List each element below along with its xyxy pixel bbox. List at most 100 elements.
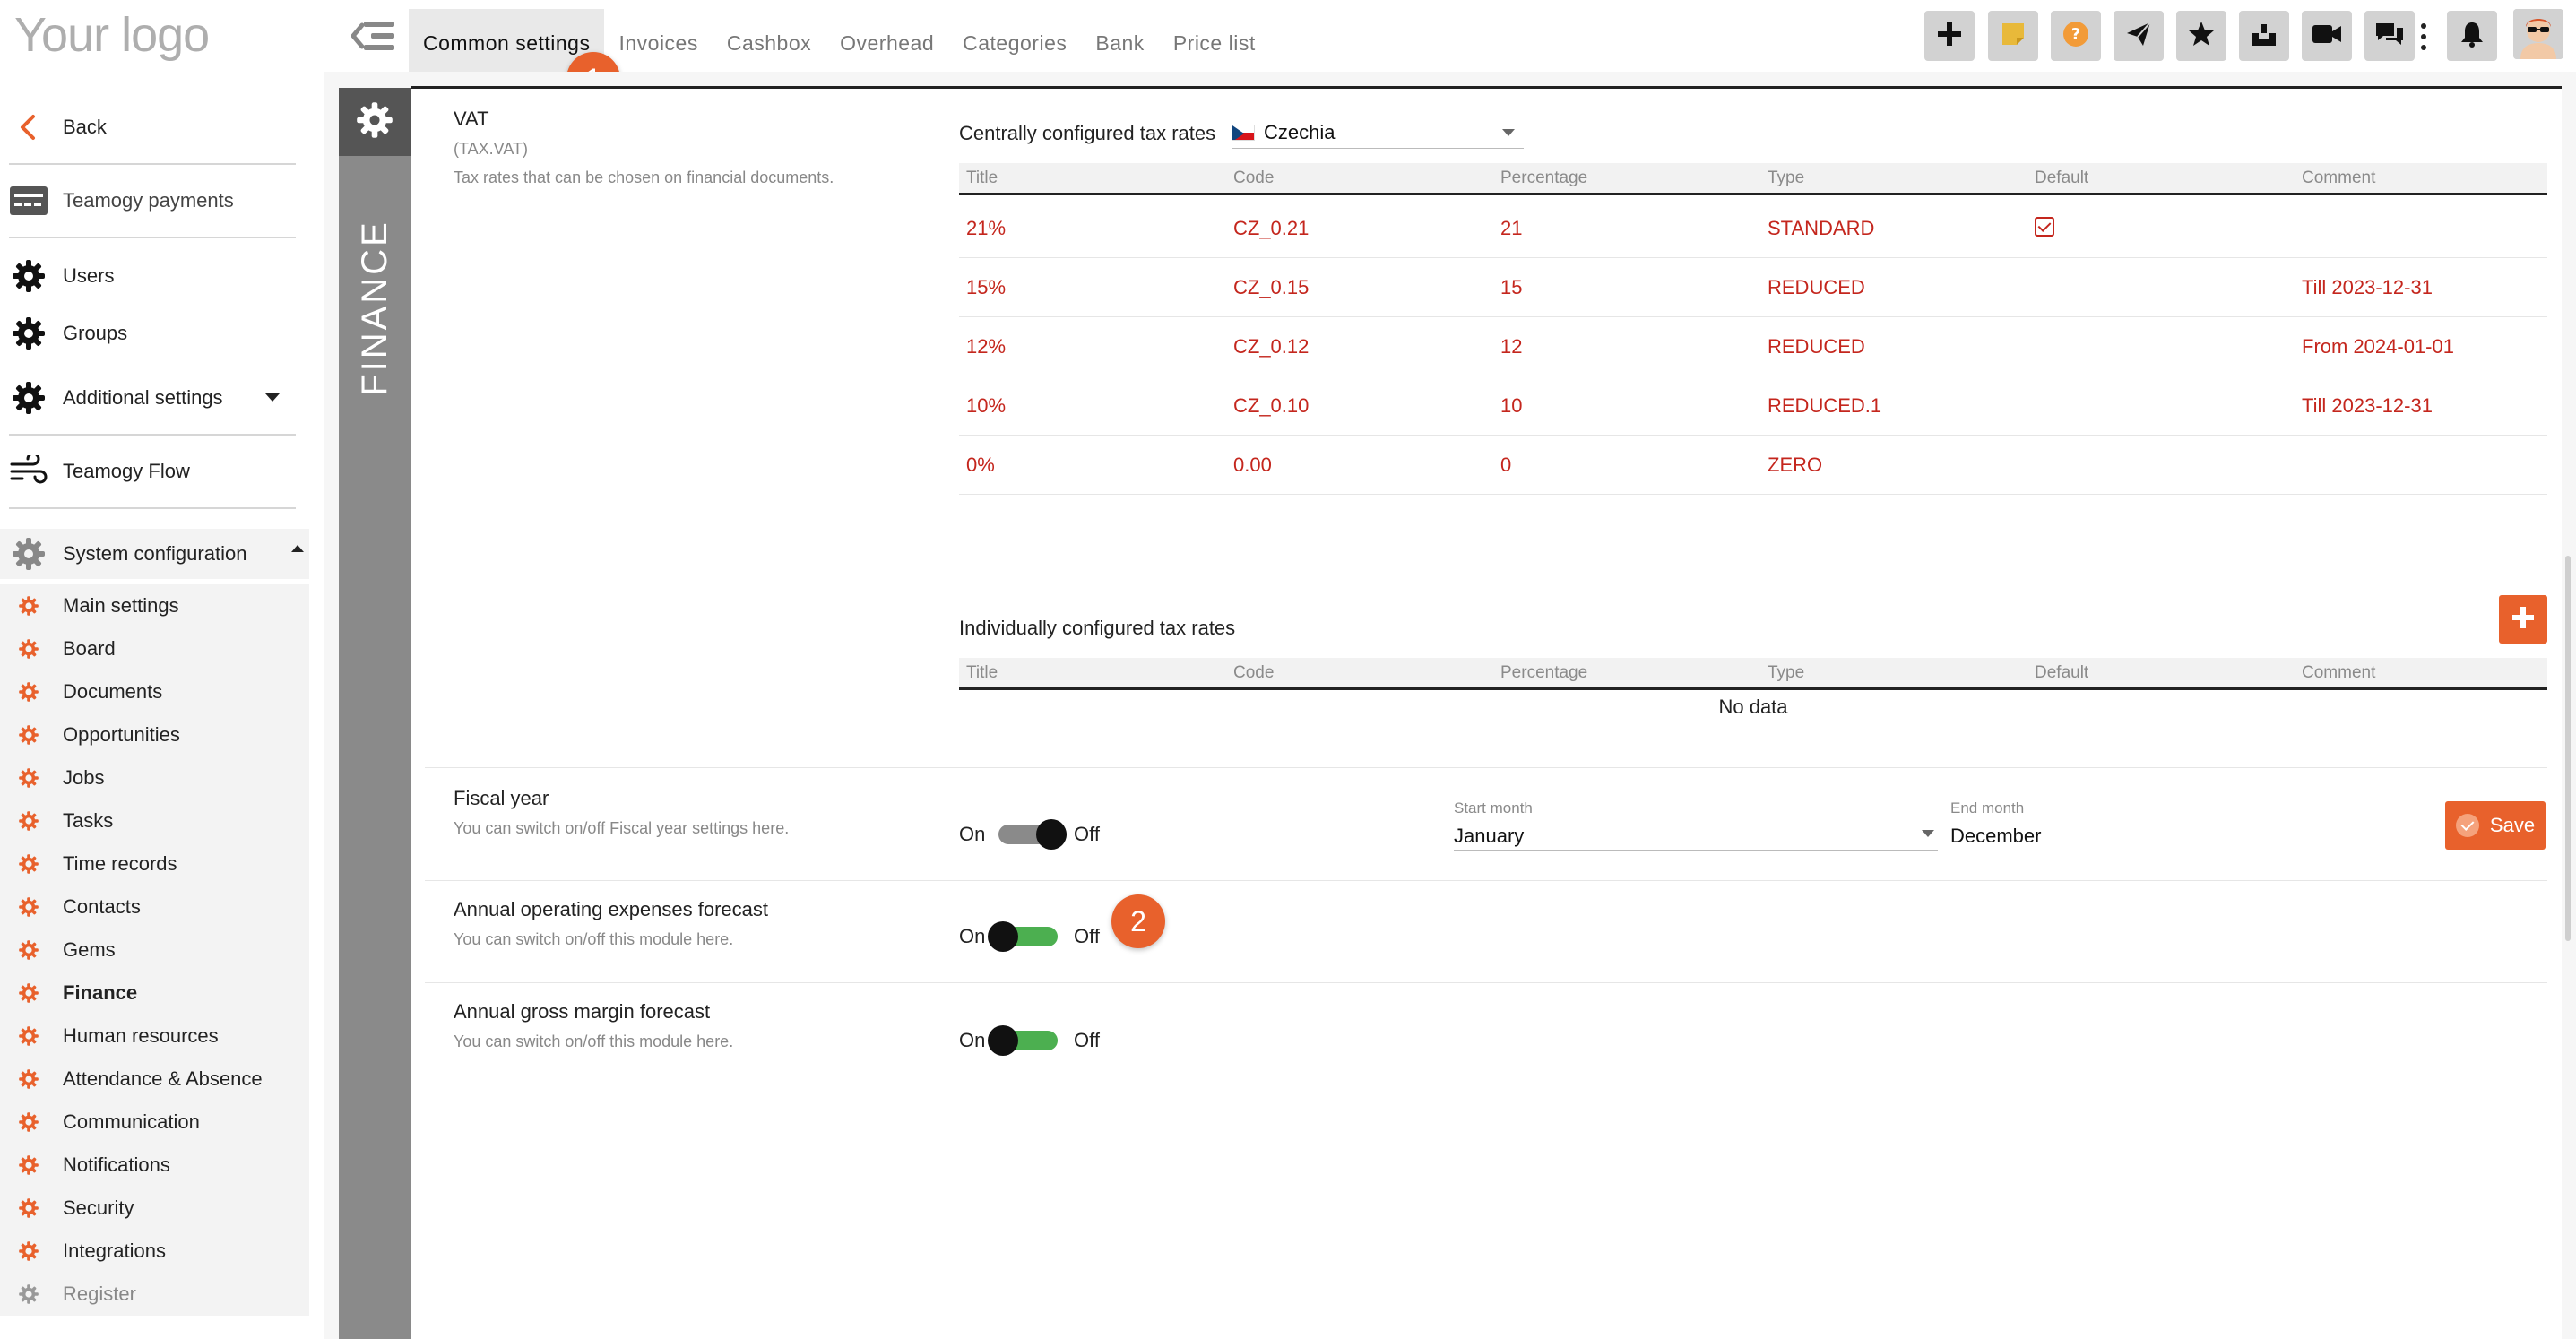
margin-forecast-toggle[interactable] [988, 1025, 1058, 1056]
save-button[interactable]: Save [2445, 801, 2546, 850]
more-options-icon[interactable] [2420, 23, 2427, 50]
gear-icon [14, 678, 43, 706]
sidebar-item-users[interactable]: Users [9, 251, 296, 301]
sidebar-item-system-configuration[interactable]: System configuration [0, 529, 309, 579]
sidebar-item-label: Main settings [63, 594, 179, 617]
sidebar-item-notifications[interactable]: Notifications [0, 1144, 309, 1187]
cell-type: STANDARD [1768, 217, 1875, 239]
logo[interactable]: Your logo [14, 7, 210, 63]
module-label: FINANCE [339, 177, 411, 437]
margin-forecast-title: Annual gross margin forecast [454, 1000, 711, 1023]
opex-forecast-description: You can switch on/off this module here. [454, 930, 734, 948]
sidebar-divider [9, 434, 296, 436]
sidebar-item-opportunities[interactable]: Opportunities [0, 713, 309, 756]
table-row[interactable]: 15% CZ_0.15 15 REDUCED Till 2023-12-31 [959, 258, 2547, 317]
sidebar-item-communication[interactable]: Communication [0, 1101, 309, 1144]
sidebar-divider [9, 163, 296, 165]
central-table-header: Title Code Percentage Type Default Comme… [959, 163, 2547, 195]
sidebar-item-label: Groups [63, 322, 128, 344]
help-button[interactable]: ? [2051, 11, 2101, 61]
sidebar-item-label: Human resources [63, 1024, 219, 1047]
plus-icon [2511, 606, 2535, 634]
sidebar-item-register[interactable]: Register [0, 1273, 309, 1316]
sidebar-item-label: Teamogy payments [63, 189, 234, 212]
off-label: Off [1074, 1029, 1100, 1051]
end-month-value: December [1950, 825, 2042, 847]
gear-icon [14, 592, 43, 620]
tab-categories[interactable]: Categories [948, 9, 1081, 77]
column-comment: Comment [2302, 168, 2376, 187]
table-row[interactable]: 21% CZ_0.21 21 STANDARD [959, 199, 2547, 258]
sidebar-item-additional-settings[interactable]: Additional settings [9, 373, 296, 423]
sidebar-item-attendance-absence[interactable]: Attendance & Absence [0, 1058, 309, 1101]
gear-icon [14, 850, 43, 878]
individual-table-header: Title Code Percentage Type Default Comme… [959, 658, 2547, 690]
sidebar-item-payments[interactable]: Teamogy payments [9, 176, 296, 226]
sidebar-item-jobs[interactable]: Jobs [0, 756, 309, 799]
start-month-select[interactable]: January [1454, 825, 1524, 848]
country-select[interactable]: Czechia [1232, 117, 1524, 149]
table-row[interactable]: 12% CZ_0.12 12 REDUCED From 2024-01-01 [959, 317, 2547, 376]
sidebar-item-label: Communication [63, 1110, 200, 1133]
sidebar-item-finance[interactable]: Finance [0, 972, 309, 1015]
back-link[interactable]: Back [9, 102, 296, 152]
start-month-label: Start month [1454, 799, 1533, 816]
sidebar-item-label: Opportunities [63, 723, 180, 746]
gear-icon [14, 764, 43, 792]
toggle-knob [1036, 819, 1067, 850]
menu-collapse-icon[interactable] [350, 18, 394, 54]
tab-price-list[interactable]: Price list [1159, 9, 1270, 77]
sidebar-item-time-records[interactable]: Time records [0, 842, 309, 885]
sidebar-item-contacts[interactable]: Contacts [0, 885, 309, 929]
sidebar-item-security[interactable]: Security [0, 1187, 309, 1230]
gear-icon [14, 1237, 43, 1266]
opex-forecast-toggle[interactable] [988, 921, 1058, 952]
fiscal-year-toggle[interactable] [998, 819, 1067, 850]
section-divider [425, 767, 2547, 768]
notifications-button[interactable] [2447, 11, 2497, 61]
sidebar-item-board[interactable]: Board [0, 627, 309, 670]
tab-bank[interactable]: Bank [1081, 9, 1158, 77]
avatar[interactable] [2513, 9, 2563, 59]
cell-comment: Till 2023-12-31 [2302, 276, 2433, 298]
chevron-down-icon[interactable] [1922, 830, 1934, 837]
gear-icon [14, 1280, 43, 1309]
tab-overhead[interactable]: Overhead [826, 9, 948, 77]
inbox-icon [2251, 21, 2278, 52]
tab-cashbox[interactable]: Cashbox [713, 9, 826, 77]
default-checkbox[interactable] [2035, 217, 2054, 237]
chat-button[interactable] [2364, 11, 2415, 61]
add-tax-rate-button[interactable] [2499, 595, 2547, 644]
cell-comment: Till 2023-12-31 [2302, 394, 2433, 417]
scrollbar[interactable] [2565, 556, 2571, 941]
sidebar-item-human-resources[interactable]: Human resources [0, 1015, 309, 1058]
video-button[interactable] [2302, 11, 2352, 61]
individual-rates-label: Individually configured tax rates [959, 617, 1236, 639]
column-type: Type [1768, 663, 1805, 682]
gear-icon [14, 1151, 43, 1179]
on-label: On [959, 1029, 986, 1051]
gear-icon [9, 256, 48, 296]
inbox-button[interactable] [2239, 11, 2289, 61]
module-settings-button[interactable] [339, 88, 411, 156]
add-button[interactable] [1924, 11, 1975, 61]
sidebar-item-groups[interactable]: Groups [9, 308, 296, 359]
sidebar-item-tasks[interactable]: Tasks [0, 799, 309, 842]
gear-icon [14, 721, 43, 749]
chevron-down-icon[interactable] [265, 393, 280, 402]
sidebar-item-main-settings[interactable]: Main settings [0, 584, 309, 627]
sidebar-item-gems[interactable]: Gems [0, 929, 309, 972]
tab-invoices[interactable]: Invoices [604, 9, 712, 77]
sidebar-item-teamogy-flow[interactable]: Teamogy Flow [9, 446, 296, 497]
wind-flow-icon [9, 452, 48, 491]
chevron-up-icon[interactable] [291, 545, 304, 552]
sidebar-item-documents[interactable]: Documents [0, 670, 309, 713]
notes-button[interactable] [1988, 11, 2038, 61]
send-button[interactable] [2114, 11, 2164, 61]
sidebar-item-integrations[interactable]: Integrations [0, 1230, 309, 1273]
toggle-knob [988, 921, 1018, 952]
table-row[interactable]: 0% 0.00 0 ZERO [959, 436, 2547, 495]
favorites-button[interactable] [2176, 11, 2226, 61]
on-label: On [959, 823, 986, 845]
table-row[interactable]: 10% CZ_0.10 10 REDUCED.1 Till 2023-12-31 [959, 376, 2547, 436]
